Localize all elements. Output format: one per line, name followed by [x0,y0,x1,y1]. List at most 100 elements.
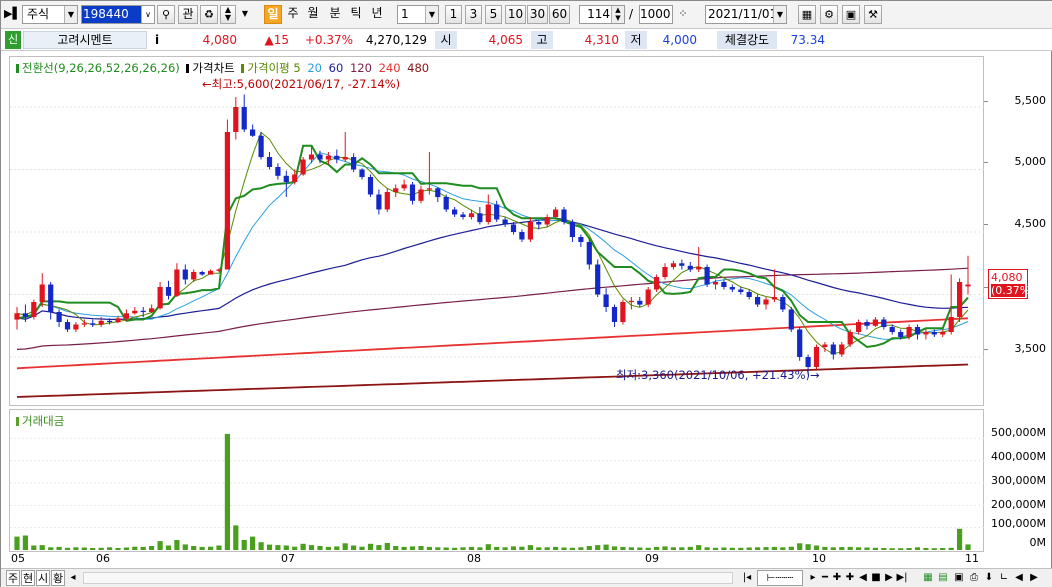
export-icon[interactable]: ▤ [937,570,949,586]
candle-body[interactable] [64,322,71,330]
candle-body[interactable] [771,297,777,300]
candle-body[interactable] [39,284,45,303]
candle-body[interactable] [948,317,954,332]
legend-price-chart[interactable]: 가격차트 [192,61,234,75]
volume-bar[interactable] [864,547,870,551]
candle-body[interactable] [780,297,786,310]
volume-bar[interactable] [771,546,777,550]
volume-bar[interactable] [662,546,668,550]
volume-bar[interactable] [872,547,878,550]
volume-bar[interactable] [628,547,634,550]
candle-body[interactable] [132,310,138,314]
candle-body[interactable] [376,194,382,210]
calculator-icon[interactable]: ▦ [798,5,816,24]
tools-icon[interactable]: ⚒ [864,5,882,24]
candle-body[interactable] [48,284,54,313]
candle-body[interactable] [502,219,508,225]
candle-body[interactable] [906,327,912,337]
volume-bar[interactable] [149,546,155,550]
volume-bar[interactable] [14,536,20,550]
candle-body[interactable] [418,189,424,201]
candle-body[interactable] [822,344,828,348]
legend-ma240[interactable]: 240 [379,61,401,75]
arrow-right-icon[interactable]: ▶ [1028,570,1040,586]
candle-body[interactable] [468,213,475,218]
volume-bar[interactable] [595,545,601,550]
volume-bar[interactable] [107,547,113,550]
volume-bar[interactable] [132,546,138,550]
volume-bar[interactable] [847,546,853,550]
candle-body[interactable] [157,287,163,309]
volume-bar[interactable] [359,546,365,550]
volume-bar[interactable] [654,546,660,550]
volume-bar[interactable] [729,547,735,550]
interval-60-button[interactable]: 60 [549,5,570,24]
info-button[interactable]: i [149,31,165,49]
interest-button[interactable]: 관 [178,5,198,24]
volume-bar[interactable] [165,545,172,551]
volume-bar[interactable] [250,536,256,550]
legend-volume[interactable]: 거래대금 [22,414,64,428]
volume-bar[interactable] [426,546,432,550]
candle-body[interactable] [712,282,719,285]
candle-body[interactable] [611,307,618,322]
candle-body[interactable] [31,302,37,317]
interval-1-button[interactable]: 1 [445,5,462,24]
arrow-left-icon[interactable]: ◀ [1013,570,1025,586]
volume-bar[interactable] [536,547,542,550]
volume-bar[interactable] [948,547,954,550]
volume-bar[interactable] [746,547,752,551]
tab-status[interactable]: 황 [51,570,65,586]
candle-body[interactable] [435,188,441,198]
volume-bar[interactable] [292,546,298,550]
volume-bar[interactable] [275,545,281,550]
volume-bar[interactable] [704,547,710,550]
volume-bar[interactable] [342,543,348,550]
candle-body[interactable] [755,297,761,305]
pin-icon[interactable]: ▶▌ [4,5,21,24]
volume-bar[interactable] [191,546,197,550]
volume-bar[interactable] [325,546,331,550]
volume-bar[interactable] [721,547,727,551]
volume-bar[interactable] [56,546,62,550]
volume-bar[interactable] [637,547,643,551]
asset-type-select[interactable]: 주식 ▼ [22,5,78,24]
spin-updown-icon[interactable]: ▲ ▼ [220,5,236,24]
price-chart-pane[interactable]: 전환선(9,26,26,52,26,26,26) 가격차트 가격이평 5 20 … [9,56,985,406]
candle-body[interactable] [898,332,904,337]
candle-body[interactable] [670,263,676,268]
volume-bar[interactable] [317,546,323,550]
period-minute-button[interactable]: 분 [326,5,344,24]
candle-body[interactable] [679,263,685,266]
candle-body[interactable] [738,289,744,293]
date-select[interactable]: 2021/11/01 ▼ [705,5,787,24]
volume-bar[interactable] [98,547,104,550]
candle-body[interactable] [797,329,803,358]
legend-ma60[interactable]: 60 [329,61,344,75]
volume-bar[interactable] [603,544,609,550]
candle-body[interactable] [578,237,584,242]
volume-bar[interactable] [805,544,811,550]
volume-bar[interactable] [443,547,449,551]
candle-body[interactable] [359,169,365,178]
candle-body[interactable] [283,175,289,182]
candle-body[interactable] [334,155,340,160]
candle-body[interactable] [292,174,298,183]
candle-body[interactable] [81,323,87,325]
scroll-right-icon[interactable]: ▸ [807,570,819,586]
legend-ma20[interactable]: 20 [307,61,322,75]
display-count-input[interactable]: 114 ▲ ▼ [579,5,625,24]
volume-bar[interactable] [485,544,491,550]
candle-body[interactable] [140,310,146,313]
candle-body[interactable] [519,232,525,240]
tab-stock[interactable]: 주 [6,570,20,586]
scroll-left-icon[interactable]: |◂ [741,570,753,586]
volume-bar[interactable] [881,548,887,550]
candle-body[interactable] [595,264,601,295]
candle-body[interactable] [224,132,230,270]
candle-body[interactable] [98,320,104,325]
volume-bar[interactable] [241,540,247,550]
volume-chart-pane[interactable]: 거래대금 [9,409,985,552]
volume-bar[interactable] [813,545,820,551]
candle-body[interactable] [73,324,79,330]
